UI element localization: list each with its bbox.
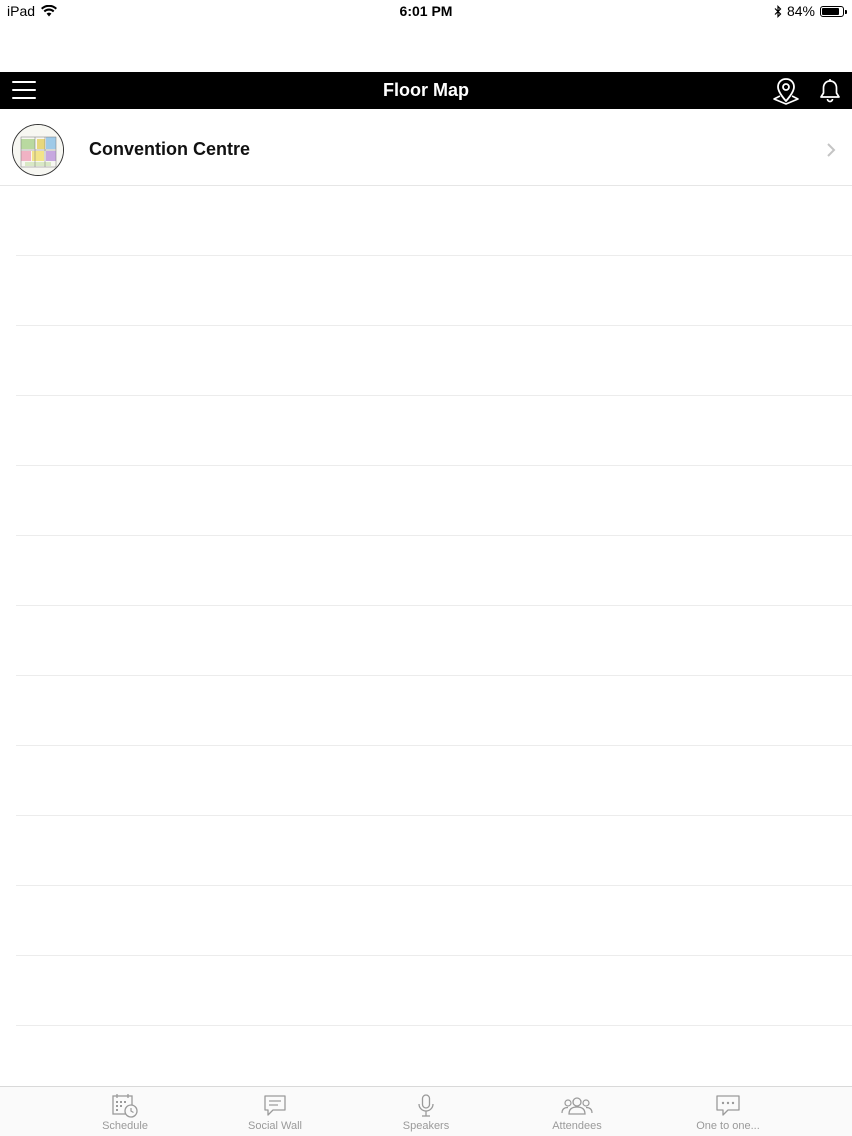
device-name: iPad (7, 3, 36, 19)
list-item[interactable]: Convention Centre (0, 110, 852, 186)
bell-icon[interactable] (817, 78, 843, 104)
list-item-label: Convention Centre (89, 139, 251, 159)
empty-row (16, 186, 852, 256)
bluetooth-icon (774, 4, 782, 18)
empty-row (16, 606, 852, 676)
empty-row (16, 466, 852, 536)
tab-label: Schedule (102, 1120, 148, 1132)
empty-row (16, 746, 852, 816)
tab-label: Attendees (552, 1120, 602, 1132)
conversation-icon (716, 1095, 740, 1116)
tab-social-wall[interactable]: Social Wall (215, 1087, 335, 1136)
tab-bar: Schedule Social Wall Speakers Attendees … (0, 1086, 852, 1136)
battery-icon (820, 5, 847, 17)
page-title: Floor Map (383, 80, 469, 100)
status-right: 84% (774, 3, 852, 19)
tab-label: Social Wall (248, 1120, 302, 1132)
tab-one-to-one[interactable]: One to one... (668, 1087, 788, 1136)
empty-row (16, 256, 852, 326)
empty-row (16, 536, 852, 606)
status-time: 6:01 PM (399, 3, 453, 19)
status-left: iPad (0, 3, 58, 19)
people-group-icon (561, 1097, 593, 1115)
chat-bubble-icon (264, 1095, 286, 1116)
floor-plan-thumbnail (12, 124, 64, 176)
empty-row (16, 956, 852, 1026)
empty-row (16, 326, 852, 396)
nav-bar: Floor Map (0, 72, 852, 109)
empty-row (16, 886, 852, 956)
status-bar: iPad 6:01 PM 84% (0, 0, 852, 22)
chevron-right-icon (827, 143, 836, 157)
empty-row (16, 396, 852, 466)
calendar-clock-icon (112, 1094, 138, 1118)
location-pin-icon[interactable] (770, 76, 802, 106)
floor-map-screen: iPad 6:01 PM 84% Floor Map Convention Ce… (0, 0, 852, 1136)
battery-percent: 84% (786, 3, 815, 19)
microphone-icon (418, 1094, 434, 1117)
tab-schedule[interactable]: Schedule (65, 1087, 185, 1136)
tab-speakers[interactable]: Speakers (366, 1087, 486, 1136)
tab-label: One to one... (696, 1120, 760, 1132)
tab-label: Speakers (402, 1120, 450, 1132)
wifi-icon (41, 5, 58, 17)
empty-row (16, 816, 852, 886)
floor-map-list: Convention Centre (0, 110, 852, 1096)
empty-row (16, 676, 852, 746)
tab-attendees[interactable]: Attendees (517, 1087, 637, 1136)
